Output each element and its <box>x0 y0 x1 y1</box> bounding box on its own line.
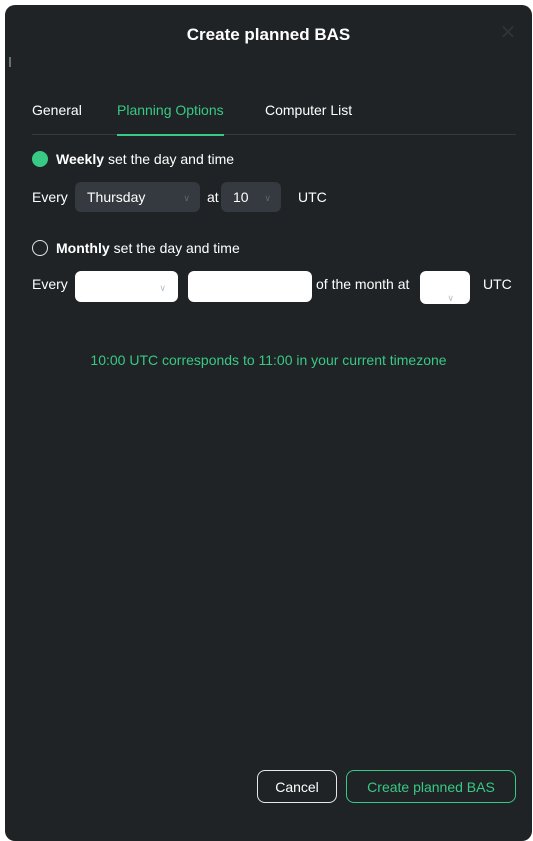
weekly-day-select[interactable]: Thursday ∨ <box>75 182 200 212</box>
tab-bar: General Planning Options Computer List <box>32 102 516 136</box>
create-planned-bas-button[interactable]: Create planned BAS <box>346 770 516 803</box>
create-planned-bas-dialog: Create planned BAS ✕ General Planning Op… <box>5 5 532 841</box>
chevron-down-icon: ∨ <box>159 283 166 293</box>
chevron-down-icon: ∨ <box>264 193 271 203</box>
tab-computer-list[interactable]: Computer List <box>265 102 352 135</box>
monthly-ordinal-select[interactable]: ∨ <box>75 271 178 302</box>
monthly-radio[interactable] <box>32 240 48 256</box>
chevron-down-icon: ∨ <box>447 293 454 303</box>
weekly-at-label: at <box>207 189 219 205</box>
dialog-title: Create planned BAS <box>186 25 351 44</box>
weekly-label-text: set the day and time <box>108 151 235 167</box>
cancel-button[interactable]: Cancel <box>257 770 337 803</box>
monthly-label-bold: Monthly <box>56 240 110 256</box>
tab-general[interactable]: General <box>32 102 82 135</box>
tab-planning-options[interactable]: Planning Options <box>117 102 224 136</box>
weekly-hour-value: 10 <box>233 189 249 205</box>
weekly-utc-label: UTC <box>298 189 327 205</box>
resize-handle <box>9 57 11 67</box>
monthly-utc-label: UTC <box>483 276 512 292</box>
weekly-hour-select[interactable]: 10 ∨ <box>221 182 281 212</box>
chevron-down-icon: ∨ <box>183 193 190 203</box>
timezone-note: 10:00 UTC corresponds to 11:00 in your c… <box>90 352 447 368</box>
weekly-label-bold: Weekly <box>56 151 104 167</box>
weekly-option[interactable]: Weekly set the day and time <box>32 151 234 167</box>
monthly-option[interactable]: Monthly set the day and time <box>32 240 240 256</box>
monthly-label-text: set the day and time <box>113 240 240 256</box>
monthly-every-label: Every <box>32 276 68 292</box>
monthly-hour-select[interactable]: ∨ <box>420 271 470 304</box>
weekly-day-value: Thursday <box>87 189 146 205</box>
monthly-of-month-label: of the month at <box>316 276 410 292</box>
weekly-every-label: Every <box>32 189 68 205</box>
close-icon[interactable]: ✕ <box>498 23 518 43</box>
monthly-day-select[interactable] <box>188 271 312 302</box>
weekly-radio[interactable] <box>32 151 48 167</box>
